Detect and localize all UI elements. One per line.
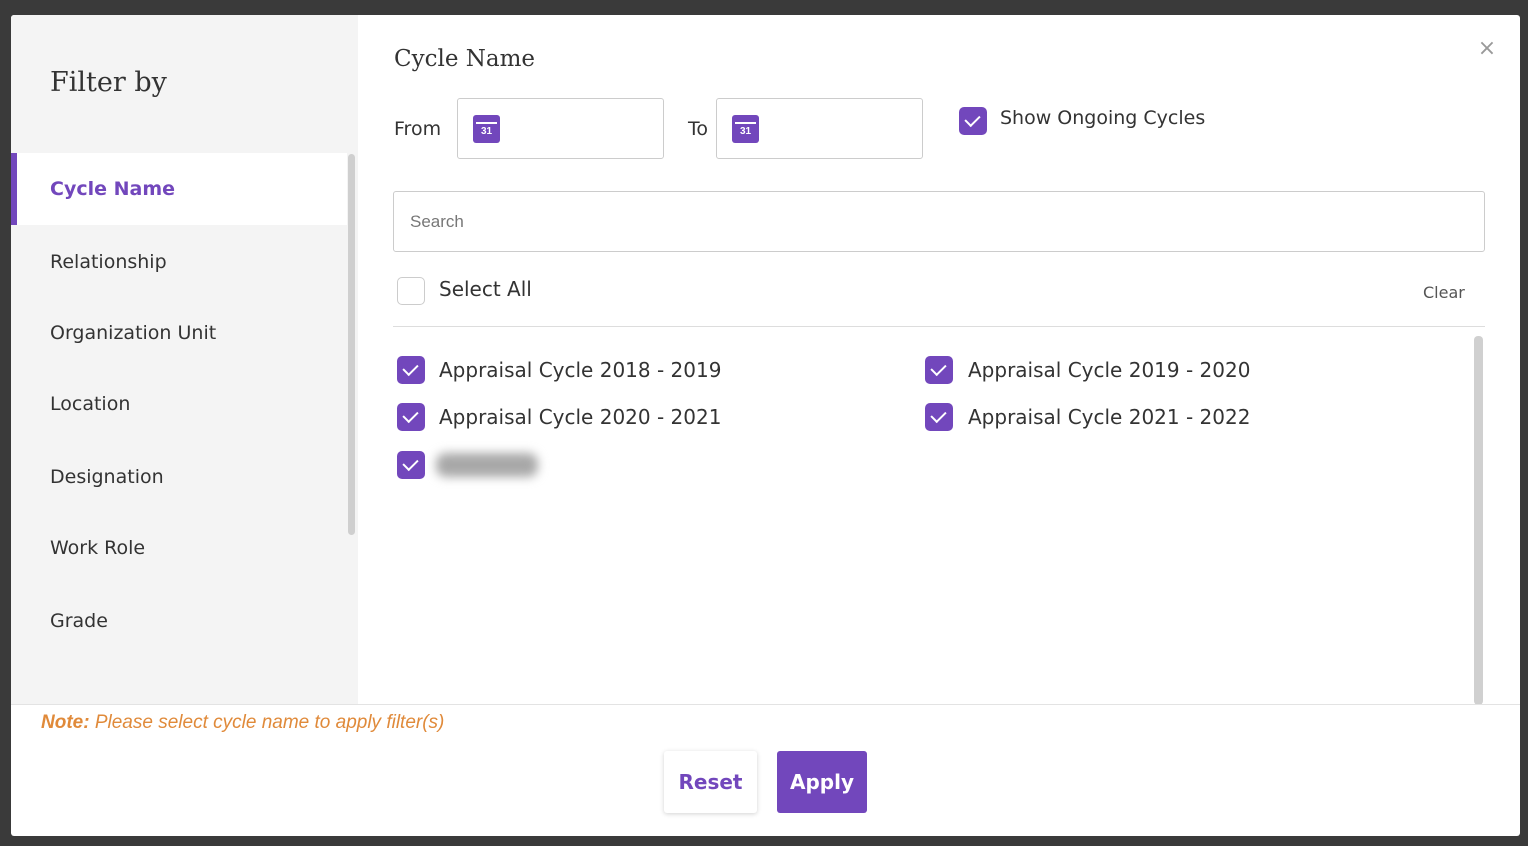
filter-sidebar: Filter by Cycle Name Relationship Organi… <box>11 15 358 705</box>
note-text: Please select cycle name to apply filter… <box>89 712 445 733</box>
sidebar-item-designation[interactable]: Designation <box>11 441 347 513</box>
from-label: From <box>394 118 442 140</box>
note-prefix: Note: <box>41 712 90 733</box>
option-checkbox[interactable] <box>397 356 425 384</box>
from-date-field[interactable] <box>457 98 664 159</box>
filter-note: Note: Please select cycle name to apply … <box>41 712 444 734</box>
show-ongoing-checkbox[interactable] <box>959 107 987 135</box>
option-checkbox[interactable] <box>397 403 425 431</box>
sidebar-item-organization-unit[interactable]: Organization Unit <box>11 297 347 369</box>
to-date-field[interactable] <box>716 98 923 159</box>
option-label[interactable]: Appraisal Cycle 2021 - 2022 <box>968 405 1250 429</box>
divider <box>393 326 1485 327</box>
to-label: To <box>688 118 709 140</box>
option-checkbox[interactable] <box>925 403 953 431</box>
search-input[interactable] <box>393 191 1485 252</box>
option-label[interactable]: Appraisal Cycle 2019 - 2020 <box>968 358 1250 382</box>
redacted-option-label[interactable] <box>436 453 538 477</box>
sidebar-item-relationship[interactable]: Relationship <box>11 226 347 298</box>
sidebar-scrollbar[interactable] <box>348 154 355 535</box>
reset-button[interactable]: Reset <box>664 751 757 813</box>
footer-divider <box>11 704 1520 705</box>
sidebar-item-location[interactable]: Location <box>11 368 347 440</box>
sidebar-title: Filter by <box>50 67 167 98</box>
show-ongoing-label[interactable]: Show Ongoing Cycles <box>1000 107 1205 129</box>
sidebar-item-grade[interactable]: Grade <box>11 585 347 657</box>
select-all-label[interactable]: Select All <box>439 277 532 301</box>
option-checkbox[interactable] <box>397 451 425 479</box>
clear-link[interactable]: Clear <box>1423 283 1465 302</box>
options-scrollbar[interactable] <box>1474 336 1483 705</box>
option-label[interactable]: Appraisal Cycle 2020 - 2021 <box>439 405 721 429</box>
sidebar-item-cycle-name[interactable]: Cycle Name <box>11 153 347 225</box>
filter-modal: Filter by Cycle Name Relationship Organi… <box>11 15 1520 836</box>
calendar-icon[interactable] <box>732 115 759 143</box>
calendar-icon[interactable] <box>473 115 500 143</box>
select-all-checkbox[interactable] <box>397 277 425 305</box>
sidebar-item-work-role[interactable]: Work Role <box>11 512 347 584</box>
close-icon[interactable]: × <box>1477 37 1497 61</box>
apply-button[interactable]: Apply <box>777 751 867 813</box>
option-checkbox[interactable] <box>925 356 953 384</box>
panel-title: Cycle Name <box>394 46 536 72</box>
option-label[interactable]: Appraisal Cycle 2018 - 2019 <box>439 358 721 382</box>
